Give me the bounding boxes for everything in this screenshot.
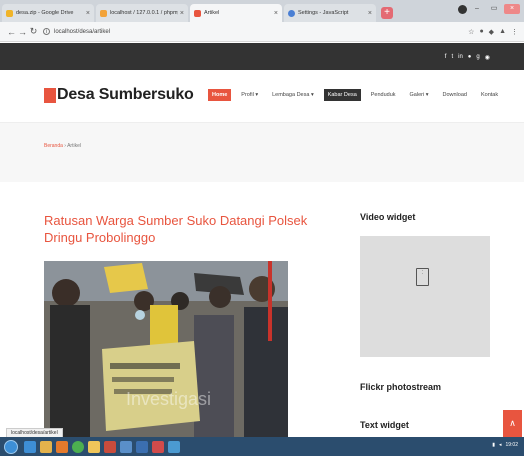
close-tab-icon[interactable]: × <box>86 10 90 17</box>
close-tab-icon[interactable]: × <box>180 10 184 17</box>
breadcrumb-band: Beranda › Artikel <box>0 122 524 182</box>
browser-tab-label: Settings - JavaScript <box>298 10 349 16</box>
window-controls: – ▭ × <box>458 4 520 14</box>
site-name: Desa Sumbersuko <box>57 86 194 103</box>
app-icon[interactable] <box>168 440 180 453</box>
ie-icon[interactable] <box>24 440 36 453</box>
back-icon[interactable]: ← <box>6 27 17 37</box>
media-icon[interactable] <box>56 440 68 453</box>
address-bar-row: ← → ↻ i localhost/desa/artikel ☆ ● ◆ ▲ ⋮ <box>0 22 524 42</box>
chrome-icon[interactable] <box>72 440 84 453</box>
reload-icon[interactable]: ↻ <box>28 26 39 37</box>
drive-icon <box>6 9 13 17</box>
nav-profil[interactable]: Profil ▾ <box>237 89 262 101</box>
nav-lembaga-desa[interactable]: Lembaga Desa ▾ <box>268 89 318 101</box>
site-topbar: f t in ● g ◉ <box>0 43 524 70</box>
scroll-to-top-button[interactable]: ∧ <box>503 410 522 437</box>
video-widget-heading: Video widget <box>360 212 416 222</box>
forward-icon[interactable]: → <box>17 27 28 37</box>
social-links: f t in ● g ◉ <box>445 54 490 61</box>
protest-photo <box>44 261 288 441</box>
site-icon <box>194 9 201 17</box>
close-tab-icon[interactable]: × <box>274 10 278 17</box>
nav-penduduk[interactable]: Penduduk <box>367 89 400 101</box>
browser-tab-label: Artikel <box>204 10 220 16</box>
facebook-icon[interactable]: f <box>445 54 447 61</box>
browser-tab-strip: desa.zip - Google Drive × localhost / 12… <box>0 0 524 22</box>
breadcrumb-home[interactable]: Beranda <box>44 143 63 149</box>
url-text[interactable]: localhost/desa/artikel <box>54 29 110 35</box>
article-image[interactable]: Investigasi <box>44 261 288 441</box>
browser-tab-label: localhost / 127.0.0.1 / phpmyadmin <box>110 10 178 16</box>
video-placeholder-icon: ⁚ <box>416 268 429 286</box>
start-button[interactable] <box>4 439 18 454</box>
folder-icon[interactable] <box>88 440 100 453</box>
nav-kabar-desa[interactable]: Kabar Desa <box>323 89 361 101</box>
phpmyadmin-icon <box>100 9 107 17</box>
bookmark-star-icon[interactable]: ☆ <box>468 28 474 36</box>
screen: desa.zip - Google Drive × localhost / 12… <box>0 0 524 456</box>
clock[interactable]: 19:02 <box>505 442 518 448</box>
breadcrumb: Beranda › Artikel <box>44 143 81 149</box>
close-tab-icon[interactable]: × <box>368 10 372 17</box>
main-navigation: Home Profil ▾ Lembaga Desa ▾ Kabar Desa … <box>208 89 508 101</box>
extension-bar: ☆ ● ◆ ▲ ⋮ <box>468 28 518 36</box>
browser-tab[interactable]: Settings - JavaScript × <box>284 4 376 22</box>
image-watermark: Investigasi <box>126 389 212 409</box>
flickr-widget-heading: Flickr photostream <box>360 382 442 392</box>
minimize-icon[interactable]: – <box>470 5 484 13</box>
account-icon[interactable]: ▲ <box>499 28 506 36</box>
extension-icon[interactable]: ● <box>479 28 483 36</box>
network-icon[interactable]: ▮ <box>492 442 495 448</box>
browser-tab[interactable]: desa.zip - Google Drive × <box>2 4 94 22</box>
site-logo[interactable]: Desa Sumbersuko <box>44 86 194 104</box>
browser-tab-active[interactable]: Artikel × <box>190 4 282 22</box>
linkedin-icon[interactable]: in <box>458 54 463 61</box>
logo-mark <box>44 87 56 103</box>
nav-download[interactable]: Download <box>439 89 471 101</box>
system-tray: ▮ ◂ 19:02 <box>492 442 518 448</box>
video-widget-player[interactable]: ⁚ <box>360 236 490 357</box>
app-icon[interactable] <box>120 440 132 453</box>
nav-galeri[interactable]: Galeri ▾ <box>406 89 433 101</box>
explorer-icon[interactable] <box>40 440 52 453</box>
maximize-icon[interactable]: ▭ <box>487 5 501 13</box>
twitter-icon[interactable]: t <box>451 54 453 61</box>
site-header: Desa Sumbersuko Home Profil ▾ Lembaga De… <box>0 70 524 122</box>
app-icon[interactable] <box>136 440 148 453</box>
close-window-icon[interactable]: × <box>504 4 520 14</box>
profile-icon[interactable] <box>458 4 467 14</box>
nav-home[interactable]: Home <box>208 89 232 101</box>
browser-tab-label: desa.zip - Google Drive <box>16 10 74 16</box>
app-icon[interactable] <box>104 440 116 453</box>
extension-icon[interactable]: ◆ <box>489 28 494 36</box>
info-icon[interactable]: i <box>43 28 50 35</box>
text-widget-heading: Text widget <box>360 420 409 430</box>
settings-icon <box>288 9 295 17</box>
app-icon[interactable] <box>152 440 164 453</box>
article-title[interactable]: Ratusan Warga Sumber Suko Datangi Polsek… <box>44 212 334 246</box>
browser-tab[interactable]: localhost / 127.0.0.1 / phpmyadmin × <box>96 4 188 22</box>
new-tab-button[interactable]: + <box>381 7 393 19</box>
address-bar[interactable]: i localhost/desa/artikel <box>43 25 468 39</box>
rss-icon[interactable]: ◉ <box>485 54 490 61</box>
dribbble-icon[interactable]: ● <box>468 54 472 61</box>
menu-icon[interactable]: ⋮ <box>511 28 518 36</box>
volume-icon[interactable]: ◂ <box>499 442 502 448</box>
breadcrumb-current: Artikel <box>67 143 81 149</box>
windows-taskbar: ▮ ◂ 19:02 <box>0 437 524 456</box>
nav-kontak[interactable]: Kontak <box>477 89 502 101</box>
google-plus-icon[interactable]: g <box>476 54 479 61</box>
